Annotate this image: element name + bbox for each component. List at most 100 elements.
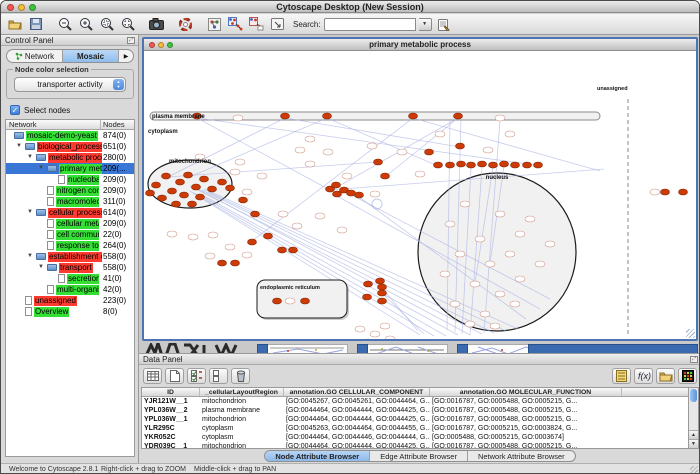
network-node-unselected[interactable] [167, 231, 177, 237]
float-panel-icon[interactable]: ⤢ [127, 37, 135, 44]
table-row[interactable]: YKR052Ccytoplasm[GO:0044464, GO:0044446,… [142, 433, 688, 442]
network-node-unselected[interactable] [242, 252, 252, 258]
network-node[interactable] [248, 239, 257, 245]
tree-row[interactable]: Overview8(0) [6, 306, 134, 317]
network-node[interactable] [523, 162, 532, 168]
network-node-unselected[interactable] [495, 291, 505, 297]
network-node[interactable] [231, 260, 240, 266]
network-node-unselected[interactable] [450, 301, 460, 307]
network-node[interactable] [218, 260, 227, 266]
network-node[interactable] [226, 185, 235, 191]
function-builder-icon[interactable]: f(x) [634, 368, 653, 384]
tree-expand-icon[interactable]: ▼ [27, 154, 33, 160]
scroll-down-icon[interactable]: ▼ [689, 439, 698, 448]
network-node[interactable] [454, 113, 463, 119]
select-all-attributes-icon[interactable] [187, 368, 206, 384]
network-node-unselected[interactable] [515, 276, 525, 282]
table-row[interactable]: YPL036W__2plasma membrane[GO:0044464, GO… [142, 406, 688, 415]
tab-overflow-arrow-icon[interactable]: ▶ [119, 50, 133, 62]
network-node-unselected[interactable] [495, 211, 505, 217]
network-node-unselected[interactable] [397, 149, 407, 155]
network-node-unselected[interactable] [650, 189, 660, 195]
network-node-unselected[interactable] [370, 191, 380, 197]
scrollbar-thumb[interactable] [690, 389, 697, 402]
network-node[interactable] [446, 162, 455, 168]
network-node-unselected[interactable] [460, 201, 470, 207]
network-node-unselected[interactable] [490, 323, 500, 329]
vizmapper-icon[interactable] [205, 15, 224, 33]
tree-row[interactable]: secretion41(0) [6, 273, 134, 284]
network-node-unselected[interactable] [323, 149, 333, 155]
network-node-unselected[interactable] [535, 261, 545, 267]
network-node[interactable] [374, 159, 383, 165]
table-column-header[interactable]: annotation.GO MOLECULAR_FUNCTION [430, 388, 622, 396]
network-node[interactable] [381, 173, 390, 179]
network-node[interactable] [355, 192, 364, 198]
help-icon[interactable] [176, 15, 195, 33]
tree-expand-icon[interactable]: ▼ [27, 209, 33, 215]
network-node[interactable] [378, 290, 387, 296]
network-node-unselected[interactable] [188, 234, 198, 240]
network-node[interactable] [184, 172, 193, 178]
tree-row[interactable]: macromolecule311(0) [6, 196, 134, 207]
import-attributes-icon[interactable] [656, 368, 675, 384]
network-node-unselected[interactable] [525, 216, 535, 222]
network-node-unselected[interactable] [315, 213, 325, 219]
snapshot-icon[interactable] [147, 15, 166, 33]
network-node[interactable] [146, 190, 155, 196]
network-node-unselected[interactable] [230, 169, 240, 175]
network-node-unselected[interactable] [475, 236, 485, 242]
network-node-unselected[interactable] [205, 253, 215, 259]
table-row[interactable]: YDR039C__1mitochondrion[GO:0044464, GO:0… [142, 442, 688, 449]
network-node-unselected[interactable] [242, 189, 252, 195]
tree-expand-icon[interactable]: ▼ [38, 264, 44, 270]
network-node-unselected[interactable] [455, 251, 465, 257]
advanced-search-icon[interactable] [435, 15, 454, 33]
network-node-unselected[interactable] [445, 221, 455, 227]
network-node-unselected[interactable] [208, 232, 218, 238]
network-node-unselected[interactable] [367, 143, 377, 149]
tree-row[interactable]: multi-organism pro42(0) [6, 284, 134, 295]
resize-grip-icon[interactable] [686, 329, 695, 338]
network-node[interactable] [176, 179, 185, 185]
table-column-header[interactable]: ID [142, 388, 200, 396]
network-node[interactable] [168, 188, 177, 194]
tree-expand-icon[interactable]: ▼ [27, 253, 33, 259]
network-node[interactable] [273, 298, 282, 304]
tree-row[interactable]: nitrogen compo209(0) [6, 185, 134, 196]
search-dropdown-icon[interactable]: ▼ [419, 18, 432, 31]
network-node-unselected[interactable] [495, 115, 505, 121]
network-node[interactable] [200, 176, 209, 182]
unselect-all-attributes-icon[interactable] [209, 368, 228, 384]
network-view-titlebar[interactable]: primary metabolic process [144, 39, 696, 51]
table-column-header[interactable]: _cellularLayoutRegion [200, 388, 284, 396]
network-node-unselected[interactable] [440, 271, 450, 277]
tree-row[interactable]: ▼cellular process614(0) [6, 207, 134, 218]
network-node-unselected[interactable] [545, 241, 555, 247]
scroll-up-icon[interactable]: ▲ [689, 430, 698, 439]
network-node[interactable] [457, 161, 466, 167]
table-column-header[interactable]: annotation.GO CELLULAR_COMPONENT [284, 388, 430, 396]
network-node[interactable] [332, 182, 341, 188]
create-attribute-icon[interactable] [165, 368, 184, 384]
zoom-fit-icon[interactable] [118, 15, 137, 33]
unhide-nodes-icon[interactable] [247, 15, 266, 33]
network-node[interactable] [364, 281, 373, 287]
float-panel-icon[interactable]: ⤢ [690, 356, 698, 363]
hide-selected-nodes-icon[interactable] [226, 15, 245, 33]
network-node[interactable] [489, 162, 498, 168]
network-node[interactable] [378, 298, 387, 304]
select-nodes-checkbox[interactable]: ✓ [10, 105, 20, 115]
network-node[interactable] [278, 247, 287, 253]
network-node-unselected[interactable] [233, 115, 243, 121]
network-node-unselected[interactable] [415, 171, 425, 177]
tab-edge-attribute-browser[interactable]: Edge Attribute Browser [370, 451, 468, 461]
network-node[interactable] [208, 186, 217, 192]
tree-row[interactable]: ▼primary metabo209(... [6, 163, 134, 174]
tree-row[interactable]: response to stimulu264(0) [6, 240, 134, 251]
network-node[interactable] [264, 233, 273, 239]
network-node-unselected[interactable] [370, 331, 380, 337]
network-node[interactable] [301, 298, 310, 304]
network-node[interactable] [172, 201, 181, 207]
network-node[interactable] [363, 294, 372, 300]
